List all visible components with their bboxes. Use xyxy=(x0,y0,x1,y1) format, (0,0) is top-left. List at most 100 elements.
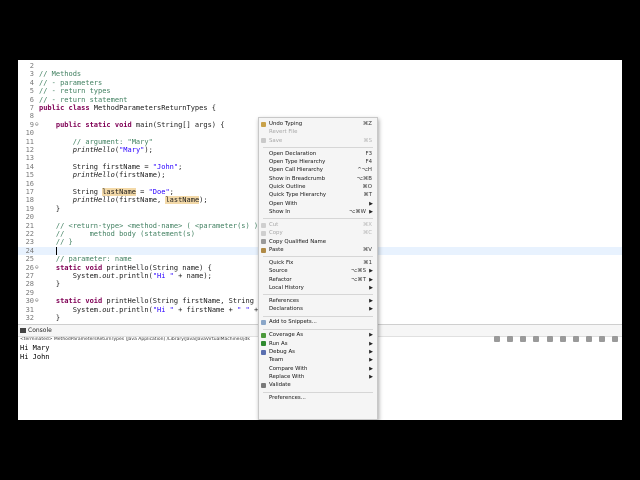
submenu-arrow-icon: ▶ xyxy=(369,349,373,355)
code-token: "John" xyxy=(152,162,179,171)
code-token: out xyxy=(102,305,115,314)
menu-item-quick-outline[interactable]: Quick Outline ⌘O xyxy=(259,183,377,192)
line-number: 16 xyxy=(25,179,34,188)
console-tab-label: Console xyxy=(28,327,52,334)
menu-item-show-in-breadcrumb[interactable]: Show in Breadcrumb ⌥⌘B xyxy=(259,175,377,184)
code-line[interactable]: 3 // Methods xyxy=(18,70,622,78)
code-line[interactable]: 2 xyxy=(18,62,622,70)
submenu-arrow-icon: ▶ xyxy=(369,285,373,292)
line-number: 17 xyxy=(25,188,34,196)
menu-item-debug-as[interactable]: Debug As ▶ xyxy=(259,348,377,357)
menu-separator xyxy=(263,328,373,330)
line-number: 13 xyxy=(25,154,34,163)
code-text: // } xyxy=(39,238,73,246)
code-text: System.out.println("Hi " + name); xyxy=(39,272,212,280)
code-token: // } xyxy=(55,238,73,247)
menu-item-replace-with[interactable]: Replace With ▶ xyxy=(259,373,377,382)
submenu-arrow-icon: ▶ xyxy=(369,332,373,339)
code-text: // parameter: name xyxy=(39,255,132,263)
menu-item-label: References xyxy=(269,298,299,305)
code-token: " " xyxy=(237,305,250,314)
console-status-text: <terminated> MethodParametersReturnTypes… xyxy=(20,337,251,342)
code-token: (firstName, xyxy=(114,196,166,205)
menu-item-label: Add to Snippets... xyxy=(269,319,317,326)
menu-item-copy-qualified-name[interactable]: Copy Qualified Name xyxy=(259,238,377,247)
line-number: 12 xyxy=(25,146,34,154)
menu-item-declarations[interactable]: Declarations ▶ xyxy=(259,305,377,314)
menu-item-open-with[interactable]: Open With ▶ xyxy=(259,200,377,209)
menu-item-compare-with[interactable]: Compare With ▶ xyxy=(259,365,377,374)
menu-item-refactor[interactable]: Refactor ⌥⌘T ▶ xyxy=(259,276,377,285)
menu-item-quick-type-hierarchy[interactable]: Quick Type Hierarchy ⌘T xyxy=(259,191,377,200)
code-token: ; xyxy=(169,188,174,196)
menu-item-validate[interactable]: Validate xyxy=(259,381,377,390)
code-token: // Methods xyxy=(39,70,82,79)
menu-item-shortcut: ⌘T xyxy=(363,192,372,199)
submenu-arrow-icon: ▶ xyxy=(369,374,373,381)
copy-name-icon xyxy=(261,239,266,245)
menu-item-team[interactable]: Team ▶ xyxy=(259,356,377,365)
menu-item-label: Revert File xyxy=(269,129,298,136)
menu-item-show-in[interactable]: Show In ⌥⌘W ▶ xyxy=(259,208,377,217)
menu-item-label: Open Type Hierarchy xyxy=(269,159,326,165)
menu-item-label: Open With xyxy=(269,200,298,207)
submenu-arrow-icon: ▶ xyxy=(369,357,373,364)
code-text: String firstName = "John"; xyxy=(39,162,183,171)
line-number: 29 xyxy=(25,288,34,297)
menu-item-local-history[interactable]: Local History ▶ xyxy=(259,284,377,293)
menu-item-shortcut: ⌘S xyxy=(363,137,372,144)
menu-item-run-as[interactable]: Run As ▶ xyxy=(259,340,377,349)
code-token: lastName xyxy=(102,188,136,196)
code-token: lastName xyxy=(165,196,200,205)
save-icon xyxy=(261,138,266,144)
menu-separator xyxy=(263,294,373,296)
menu-item-label: Quick Fix xyxy=(269,260,294,267)
code-text: // - parameters xyxy=(39,79,102,87)
code-token: printHello xyxy=(72,196,115,205)
menu-item-add-to-snippets[interactable]: Add to Snippets... xyxy=(259,318,377,327)
code-text xyxy=(39,246,57,255)
code-token: // <return-type> <method-name> ( <parame… xyxy=(55,221,259,230)
run-icon xyxy=(261,341,266,347)
line-number: 8 xyxy=(29,112,34,121)
menu-item-undo-typing[interactable]: Undo Typing ⌘Z xyxy=(259,120,377,129)
menu-item-label: Open Declaration xyxy=(269,150,317,157)
menu-item-shortcut: ⌘X xyxy=(362,222,372,229)
line-number: 23 xyxy=(25,238,34,247)
line-number: 26 xyxy=(25,263,34,272)
menu-item-open-declaration[interactable]: Open Declaration F3 xyxy=(259,150,377,159)
code-token: + name); xyxy=(173,272,212,280)
menu-item-shortcut: ^⌥H xyxy=(357,167,372,174)
menu-item-open-type-hierarchy[interactable]: Open Type Hierarchy F4 xyxy=(259,158,377,167)
code-token: String firstName = xyxy=(39,162,153,171)
submenu-arrow-icon: ▶ xyxy=(369,340,373,347)
code-token: ); xyxy=(199,196,208,205)
console-toolbar xyxy=(492,327,618,342)
code-text: } xyxy=(39,280,60,288)
code-line[interactable]: 4 // - parameters xyxy=(18,79,622,87)
menu-item-label: Copy xyxy=(269,230,283,237)
menu-item-shortcut: ⌘V xyxy=(362,247,372,254)
line-number: 18 xyxy=(25,196,34,205)
snippets-icon xyxy=(261,319,266,325)
menu-item-shortcut: ⌥⌘W xyxy=(349,209,366,216)
menu-item-quick-fix[interactable]: Quick Fix ⌘1 xyxy=(259,259,377,268)
code-token: // argument: "Mary" xyxy=(72,137,153,146)
console-tab[interactable]: Console xyxy=(20,326,52,335)
code-text: public static void main(String[] args) { xyxy=(39,121,225,129)
copy-icon xyxy=(261,230,266,236)
menu-item-source[interactable]: Source ⌥⌘S ▶ xyxy=(259,267,377,276)
code-token: // - return types xyxy=(39,87,111,96)
code-token: .println( xyxy=(114,305,153,314)
menu-item-open-call-hierarchy[interactable]: Open Call Hierarchy ^⌥H xyxy=(259,166,377,175)
menu-item-coverage-as[interactable]: Coverage As ▶ xyxy=(259,331,377,340)
code-line[interactable]: 5 // - return types xyxy=(18,87,622,95)
code-line[interactable]: 6 // - return statement xyxy=(18,96,622,104)
code-token: // - parameters xyxy=(39,78,103,87)
coverage-icon xyxy=(261,332,266,338)
menu-item-references[interactable]: References ▶ xyxy=(259,297,377,306)
code-line[interactable]: 7 public class MethodParametersReturnType… xyxy=(18,104,622,112)
menu-item-paste[interactable]: Paste ⌘V xyxy=(259,246,377,255)
menu-item-preferences[interactable]: Preferences... xyxy=(259,394,377,403)
